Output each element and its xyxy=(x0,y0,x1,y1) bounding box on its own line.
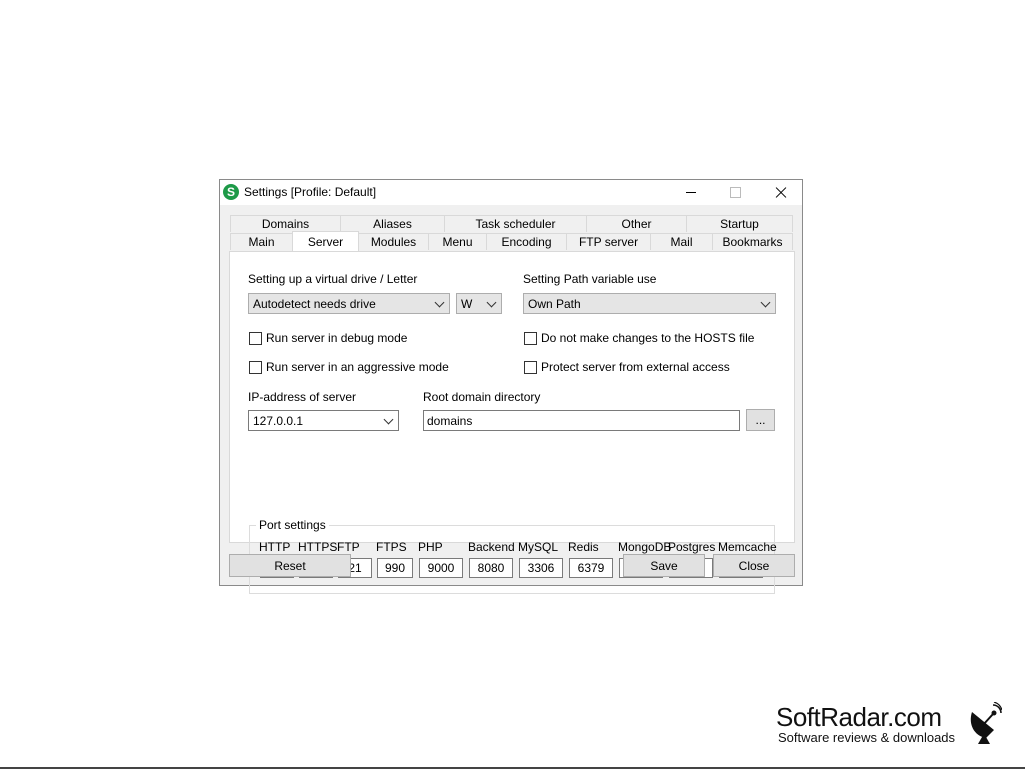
aggressive-mode-label: Run server in an aggressive mode xyxy=(266,360,449,374)
checkbox-box[interactable] xyxy=(249,331,262,345)
tab-startup[interactable]: Startup xyxy=(686,215,793,232)
softradar-watermark: SoftRadar.com Software reviews & downloa… xyxy=(776,702,1002,745)
close-window-button[interactable] xyxy=(758,180,803,205)
minimize-icon xyxy=(685,192,696,193)
tab-server[interactable]: Server xyxy=(292,231,359,251)
virtual-drive-select[interactable]: Autodetect needs drive xyxy=(248,293,450,314)
path-variable-value: Own Path xyxy=(528,297,581,311)
chevron-down-icon xyxy=(434,297,445,308)
port-input-redis[interactable]: 6379 xyxy=(569,558,613,578)
tab-main[interactable]: Main xyxy=(230,233,293,250)
save-button[interactable]: Save xyxy=(623,554,705,577)
port-label-https: HTTPS xyxy=(298,540,338,554)
tab-menu[interactable]: Menu xyxy=(428,233,487,250)
checkbox-box[interactable] xyxy=(524,331,537,345)
port-input-php[interactable]: 9000 xyxy=(419,558,463,578)
protect-label: Protect server from external access xyxy=(541,360,730,374)
ip-label: IP-address of server xyxy=(248,390,357,404)
port-input-ftps[interactable]: 990 xyxy=(377,558,413,578)
server-panel: Setting up a virtual drive / Letter Auto… xyxy=(229,251,795,594)
title-bar[interactable]: S Settings [Profile: Default] xyxy=(220,180,802,205)
window-title: Settings [Profile: Default] xyxy=(244,185,377,199)
tab-bookmarks[interactable]: Bookmarks xyxy=(712,233,793,250)
settings-window: S Settings [Profile: Default] Domains Al… xyxy=(219,179,803,594)
drive-letter-value: W xyxy=(461,297,473,311)
tab-task-scheduler[interactable]: Task scheduler xyxy=(444,215,587,232)
port-label-redis: Redis xyxy=(568,540,599,554)
browse-button[interactable]: ... xyxy=(746,409,775,431)
protect-checkbox[interactable]: Protect server from external access xyxy=(524,360,730,374)
port-label-php: PHP xyxy=(418,540,443,554)
checkbox-box[interactable] xyxy=(249,360,262,374)
port-input-backend[interactable]: 8080 xyxy=(469,558,513,578)
ip-value: 127.0.0.1 xyxy=(253,414,304,428)
root-dir-label: Root domain directory xyxy=(423,390,541,404)
hosts-checkbox[interactable]: Do not make changes to the HOSTS file xyxy=(524,331,754,345)
tab-mail[interactable]: Mail xyxy=(650,233,713,250)
maximize-button[interactable] xyxy=(713,180,758,205)
watermark-subtitle: Software reviews & downloads xyxy=(778,730,956,745)
tab-other[interactable]: Other xyxy=(586,215,687,232)
chevron-down-icon xyxy=(486,297,497,308)
minimize-button[interactable] xyxy=(668,180,713,205)
root-dir-value: domains xyxy=(427,414,473,428)
port-label-http: HTTP xyxy=(259,540,291,554)
port-label-postgres: Postgres xyxy=(668,540,716,554)
port-label-mongodb: MongoDB xyxy=(618,540,672,554)
root-dir-input[interactable]: domains xyxy=(423,410,740,431)
virtual-drive-value: Autodetect needs drive xyxy=(253,297,376,311)
port-label-backend: Backend xyxy=(468,540,515,554)
close-icon xyxy=(775,187,787,199)
path-variable-label: Setting Path variable use xyxy=(523,272,657,286)
tab-row-bottom: Main Server Modules Menu Encoding FTP se… xyxy=(230,231,793,251)
tab-row-top: Domains Aliases Task scheduler Other Sta… xyxy=(230,215,793,232)
path-variable-select[interactable]: Own Path xyxy=(523,293,776,314)
tab-modules[interactable]: Modules xyxy=(358,233,429,250)
tab-aliases[interactable]: Aliases xyxy=(340,215,445,232)
satellite-dish-icon xyxy=(970,702,1002,744)
tab-ftp-server[interactable]: FTP server xyxy=(566,233,651,250)
port-label-ftp: FTP xyxy=(337,540,360,554)
drive-letter-select[interactable]: W xyxy=(456,293,502,314)
aggressive-mode-checkbox[interactable]: Run server in an aggressive mode xyxy=(249,360,449,374)
close-button[interactable]: Close xyxy=(713,554,795,577)
port-label-mysql: MySQL xyxy=(518,540,559,554)
maximize-icon xyxy=(730,187,741,198)
tab-domains[interactable]: Domains xyxy=(230,215,341,232)
checkbox-box[interactable] xyxy=(524,360,537,374)
debug-mode-label: Run server in debug mode xyxy=(266,331,408,345)
reset-button[interactable]: Reset xyxy=(229,554,351,577)
chevron-down-icon xyxy=(383,414,394,425)
debug-mode-checkbox[interactable]: Run server in debug mode xyxy=(249,331,407,345)
port-label-ftps: FTPS xyxy=(376,540,407,554)
watermark-title: SoftRadar.com xyxy=(776,702,942,732)
port-settings-title: Port settings xyxy=(256,518,329,532)
app-icon: S xyxy=(223,184,239,200)
port-input-mysql[interactable]: 3306 xyxy=(519,558,563,578)
tab-encoding[interactable]: Encoding xyxy=(486,233,567,250)
port-label-memcache: Memcache xyxy=(718,540,777,554)
chevron-down-icon xyxy=(760,297,771,308)
virtual-drive-label: Setting up a virtual drive / Letter xyxy=(248,272,418,286)
hosts-label: Do not make changes to the HOSTS file xyxy=(541,331,755,345)
ip-select[interactable]: 127.0.0.1 xyxy=(248,410,399,431)
